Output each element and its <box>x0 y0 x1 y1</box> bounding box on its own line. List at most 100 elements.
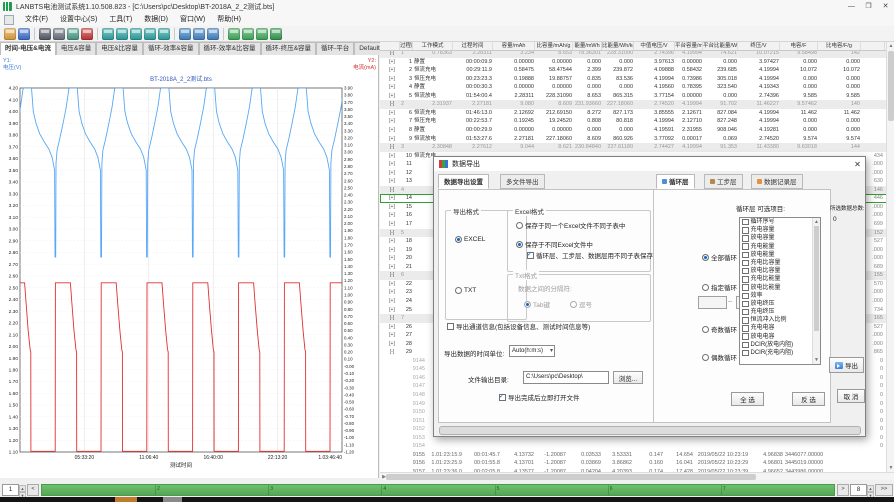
channel-last-button[interactable]: >> <box>875 484 893 496</box>
cycle-item-2[interactable]: 放电容量 <box>740 234 820 242</box>
view-tab-4[interactable]: 循环-效率&比容量 <box>199 42 261 55</box>
checkbox-separate-sheets[interactable]: 循环层、工步层、数据层用不同子表保存 <box>527 250 653 260</box>
save-icon[interactable] <box>18 28 30 40</box>
column-header-12[interactable]: 电容/F <box>780 42 818 50</box>
cycle-item-13[interactable]: 充电电容 <box>740 324 820 332</box>
scroll-up-icon[interactable]: ▲ <box>887 42 894 50</box>
record-row-9154[interactable]: 91540 <box>380 442 886 451</box>
list-view-icon[interactable] <box>228 28 240 40</box>
cycle-item-4[interactable]: 放电能量 <box>740 251 820 259</box>
browse-button[interactable]: 浏览... <box>613 371 643 384</box>
cycle-item-3[interactable]: 充电能量 <box>740 243 820 251</box>
last-channel-spin-arrows[interactable]: ▲▼ <box>867 485 874 495</box>
cycle-item-9[interactable]: 效率 <box>740 292 820 300</box>
radio-even-cycles[interactable]: 偶数循环 <box>702 352 737 362</box>
stop-icon[interactable] <box>81 28 93 40</box>
list-scrollbar[interactable]: ▲ ▼ <box>812 218 820 364</box>
window-tile-icon[interactable] <box>193 28 205 40</box>
menu-item-0[interactable]: 文件(F) <box>19 13 54 26</box>
tab-cycle-layer[interactable]: 循环层 <box>656 174 695 189</box>
list-detail-icon[interactable] <box>242 28 254 40</box>
cycle-item-5[interactable]: 充电比容量 <box>740 259 820 267</box>
radio-unchecked[interactable] <box>570 301 577 308</box>
radio-unchecked[interactable] <box>702 284 709 291</box>
radio-tab-key[interactable]: Tab键 <box>524 299 550 309</box>
record-row-9156[interactable]: 91561.01:23:25.900:01:55.84.13701-1.2008… <box>380 459 886 468</box>
radio-checked[interactable] <box>524 301 531 308</box>
chart-panel[interactable]: 4.204.104.003.903.803.703.603.503.403.30… <box>0 55 379 478</box>
checkbox-unchecked[interactable] <box>742 252 749 259</box>
tab-multifile-export[interactable]: 多文件导出 <box>500 174 545 189</box>
checkbox-unchecked[interactable] <box>742 235 749 242</box>
process-row-5[interactable]: [+]5恒流放电01:54:00.42.28311228.310908.6538… <box>380 92 886 101</box>
checkbox-unchecked[interactable] <box>742 350 749 357</box>
checkbox-unchecked[interactable] <box>742 301 749 308</box>
cycle-item-12[interactable]: 恒流冲入比例 <box>740 316 820 324</box>
process-row-7[interactable]: [+]7恒压充电00:22:53.70.1924519.245200.80880… <box>380 117 886 126</box>
view-tab-3[interactable]: 循环-效率&容量 <box>143 42 199 55</box>
column-header-3[interactable]: 过程时间 <box>453 42 493 50</box>
view-tab-0[interactable]: 时间-电压&电流 <box>0 42 56 55</box>
cycle-item-1[interactable]: 充电容量 <box>740 226 820 234</box>
list-column-icon[interactable] <box>256 28 268 40</box>
select-all-button[interactable]: 全 选 <box>731 392 764 406</box>
radio-specified-cycles[interactable]: 指定循环 <box>702 282 737 292</box>
radio-unchecked[interactable] <box>702 326 709 333</box>
cycle-item-8[interactable]: 放电比能量 <box>740 284 820 292</box>
export-button[interactable]: 导出 <box>829 357 864 373</box>
chart-edit-icon[interactable] <box>67 28 79 40</box>
first-channel-spin-arrows[interactable]: ▲▼ <box>19 485 26 495</box>
radio-excel[interactable]: EXCEL <box>455 236 485 243</box>
view-tab-6[interactable]: 循环-平台 <box>316 42 354 55</box>
dialog-close-icon[interactable]: ✕ <box>850 160 865 169</box>
menu-item-1[interactable]: 设置中心(S) <box>54 13 103 26</box>
selection-box-icon[interactable] <box>158 28 170 40</box>
first-channel-spinner[interactable]: 1 <box>2 484 19 496</box>
channel-next-button[interactable]: > <box>837 484 849 496</box>
column-header-13[interactable]: 比电容/F/g <box>818 42 861 50</box>
checkbox-open-after-export[interactable]: 导出完成后立即打开文件 <box>499 392 580 402</box>
checkbox-unchecked[interactable] <box>742 333 749 340</box>
cycle-item-16[interactable]: DCIR(充电内阻) <box>740 349 820 357</box>
tab-export-settings[interactable]: 数据导出设置 <box>438 174 489 189</box>
process-row-8[interactable]: [+]8静置00:00:29.90.000000.000000.0000.000… <box>380 126 886 135</box>
checkbox-unchecked[interactable] <box>742 276 749 283</box>
split-horizontal-icon[interactable] <box>130 28 142 40</box>
column-header-8[interactable]: 中值电压/V <box>634 42 675 50</box>
radio-same-excel-file[interactable]: 保存于同一个Excel文件不同子表中 <box>516 220 625 230</box>
column-header-4[interactable]: 容量/mAh <box>493 42 535 50</box>
checkbox-unchecked[interactable] <box>742 309 749 316</box>
zoom-y-axis-icon[interactable] <box>102 28 114 40</box>
vertical-scroll-thumb[interactable] <box>888 51 894 121</box>
checkbox-unchecked[interactable] <box>742 284 749 291</box>
radio-comma[interactable]: 逗号 <box>570 299 592 309</box>
time-unit-select[interactable]: Auto(h:m:s) ▾ <box>509 345 555 357</box>
vertical-scrollbar[interactable]: ▲ ▼ <box>886 42 894 472</box>
checkbox-unchecked[interactable] <box>742 227 749 234</box>
cycle-item-15[interactable]: DCIR(放电内阻) <box>740 341 820 349</box>
process-row-4[interactable]: [+]4静置00:00:30.30.000000.000000.0000.000… <box>380 83 886 92</box>
channel-track[interactable]: 234567 <box>41 484 835 496</box>
zoom-x-axis-icon[interactable] <box>116 28 128 40</box>
process-row-2[interactable]: [+]2恒流充电00:29:11.90.5847558.475442.39923… <box>380 66 886 75</box>
cycle-range-from-input[interactable] <box>698 296 727 309</box>
radio-odd-cycles[interactable]: 奇数循环 <box>702 324 737 334</box>
copy-icon[interactable] <box>53 28 65 40</box>
check-checked[interactable] <box>499 394 506 401</box>
column-header-6[interactable]: 能量/mWh <box>573 42 602 50</box>
check-unchecked[interactable] <box>447 323 454 330</box>
radio-unchecked[interactable] <box>516 222 523 229</box>
column-header-14[interactable] <box>861 42 885 50</box>
horizontal-scrollbar[interactable]: ▶ <box>380 472 894 480</box>
record-row-9155[interactable]: 91551.01:23:15.900:01:45.74.13732-1.2008… <box>380 451 886 460</box>
process-row-9[interactable]: [+]9恒流放电01:53:27.62.27181227.180608.6098… <box>380 135 886 144</box>
cycle-item-6[interactable]: 放电比容量 <box>740 267 820 275</box>
process-row-1[interactable]: [+]1静置00:00:09.90.000000.000000.0000.000… <box>380 58 886 67</box>
view-tab-1[interactable]: 电压&容量 <box>56 42 96 55</box>
scroll-up-icon[interactable]: ▲ <box>813 218 820 226</box>
tab-step-layer[interactable]: 工步层 <box>704 174 743 189</box>
column-header-7[interactable]: 比能量/Wh/kg <box>602 42 634 50</box>
open-file-icon[interactable] <box>4 28 16 40</box>
radio-txt[interactable]: TXT <box>455 287 476 294</box>
cancel-button[interactable]: 取 消 <box>837 389 865 403</box>
